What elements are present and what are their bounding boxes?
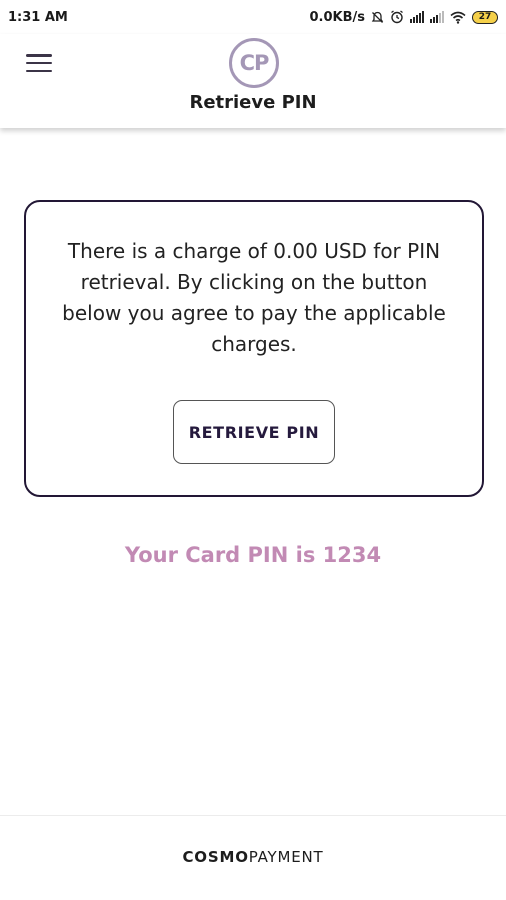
signal-icon [430,11,444,23]
app-header: CP Retrieve PIN [0,34,506,128]
status-time: 1:31 AM [8,9,68,25]
battery-icon: 27 [472,10,498,24]
alarm-off-icon [371,11,384,24]
footer-divider [0,815,506,816]
status-icons: 0.0KB/s 27 [309,9,498,25]
status-bar: 1:31 AM 0.0KB/s 27 [0,0,506,34]
retrieve-pin-button[interactable]: RETRIEVE PIN [173,400,335,464]
network-speed: 0.0KB/s [309,9,366,25]
footer-brand-logo: COSMOPAYMENT [0,848,506,866]
wifi-icon [450,11,466,24]
logo-text: CP [239,51,270,75]
card-pin-result: Your Card PIN is 1234 [124,543,382,567]
hamburger-menu-icon[interactable] [24,52,54,74]
alarm-clock-icon [390,10,404,24]
brand-name-bold: COSMO [182,848,249,866]
charge-info-card: There is a charge of 0.00 USD for PIN re… [24,200,484,497]
signal-icon [410,11,424,23]
app-logo: CP [229,38,279,88]
page-title: Retrieve PIN [189,92,317,113]
brand-name-light: PAYMENT [248,848,324,866]
charge-message: There is a charge of 0.00 USD for PIN re… [62,239,446,356]
